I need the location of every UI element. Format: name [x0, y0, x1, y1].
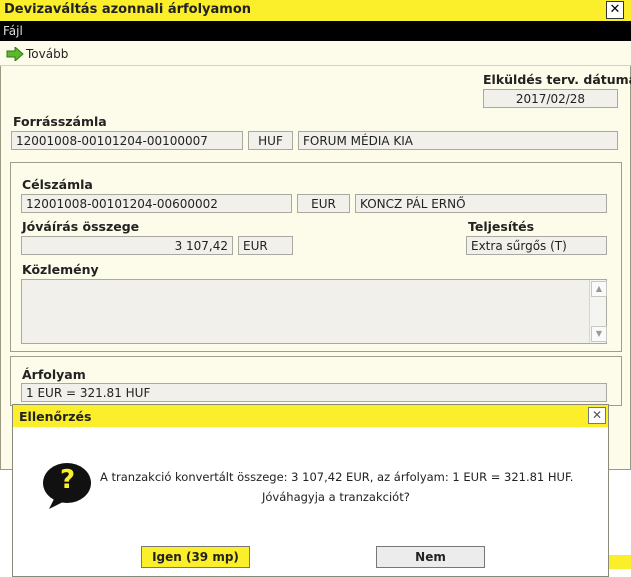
yes-button[interactable]: Igen (39 mp) [141, 546, 250, 568]
menu-bar: Fájl [0, 21, 631, 41]
next-button-label: Tovább [26, 47, 69, 61]
send-date-field[interactable]: 2017/02/28 [483, 89, 618, 108]
window-close-button[interactable]: ✕ [606, 1, 624, 19]
send-date-label: Elküldés terv. dátuma [483, 72, 631, 87]
confirm-dialog: Ellenőrzés ✕ ? A tranzakció konvertált ö… [12, 404, 609, 577]
dialog-message-line1: A tranzakció konvertált összege: 3 107,4… [100, 470, 574, 484]
window-title: Devizaváltás azonnali árfolyamon [4, 2, 252, 17]
dialog-title: Ellenőrzés [19, 409, 92, 424]
credit-amount-field[interactable]: 3 107,42 [21, 236, 233, 255]
arrow-right-icon [6, 47, 24, 61]
question-icon-glyph: ? [60, 465, 76, 495]
dialog-close-button[interactable]: ✕ [588, 407, 606, 424]
background-strip [609, 555, 631, 569]
rate-label: Árfolyam [22, 367, 86, 382]
menu-file[interactable]: Fájl [3, 24, 23, 38]
rate-field: 1 EUR = 321.81 HUF [21, 383, 607, 402]
memo-textarea[interactable] [21, 279, 607, 344]
target-currency-field: EUR [297, 194, 350, 213]
target-account-field[interactable]: 12001008-00101204-00600002 [21, 194, 292, 213]
dialog-titlebar: Ellenőrzés [13, 405, 608, 427]
no-button[interactable]: Nem [376, 546, 485, 568]
credit-amount-label: Jóváírás összege [22, 219, 140, 234]
credit-currency-field: EUR [238, 236, 293, 255]
source-account-label: Forrásszámla [13, 114, 107, 129]
execution-field[interactable]: Extra sűrgős (T) [466, 236, 607, 255]
scroll-down-icon[interactable]: ▼ [591, 326, 607, 342]
next-button[interactable]: Tovább [4, 46, 70, 63]
source-currency-field: HUF [248, 131, 293, 150]
toolbar [0, 41, 631, 66]
memo-label: Közlemény [22, 262, 99, 277]
dialog-message-line2: Jóváhagyja a tranzakciót? [262, 490, 410, 504]
execution-label: Teljesítés [468, 219, 535, 234]
target-name-field: KONCZ PÁL ERNŐ [355, 194, 607, 213]
memo-scrollbar[interactable]: ▲ ▼ [589, 280, 607, 343]
source-name-field: FORUM MÉDIA KIA [298, 131, 618, 150]
source-account-field[interactable]: 12001008-00101204-00100007 [11, 131, 243, 150]
target-account-label: Célszámla [22, 177, 93, 192]
window-titlebar: Devizaváltás azonnali árfolyamon [0, 0, 631, 21]
scroll-up-icon[interactable]: ▲ [591, 281, 607, 297]
